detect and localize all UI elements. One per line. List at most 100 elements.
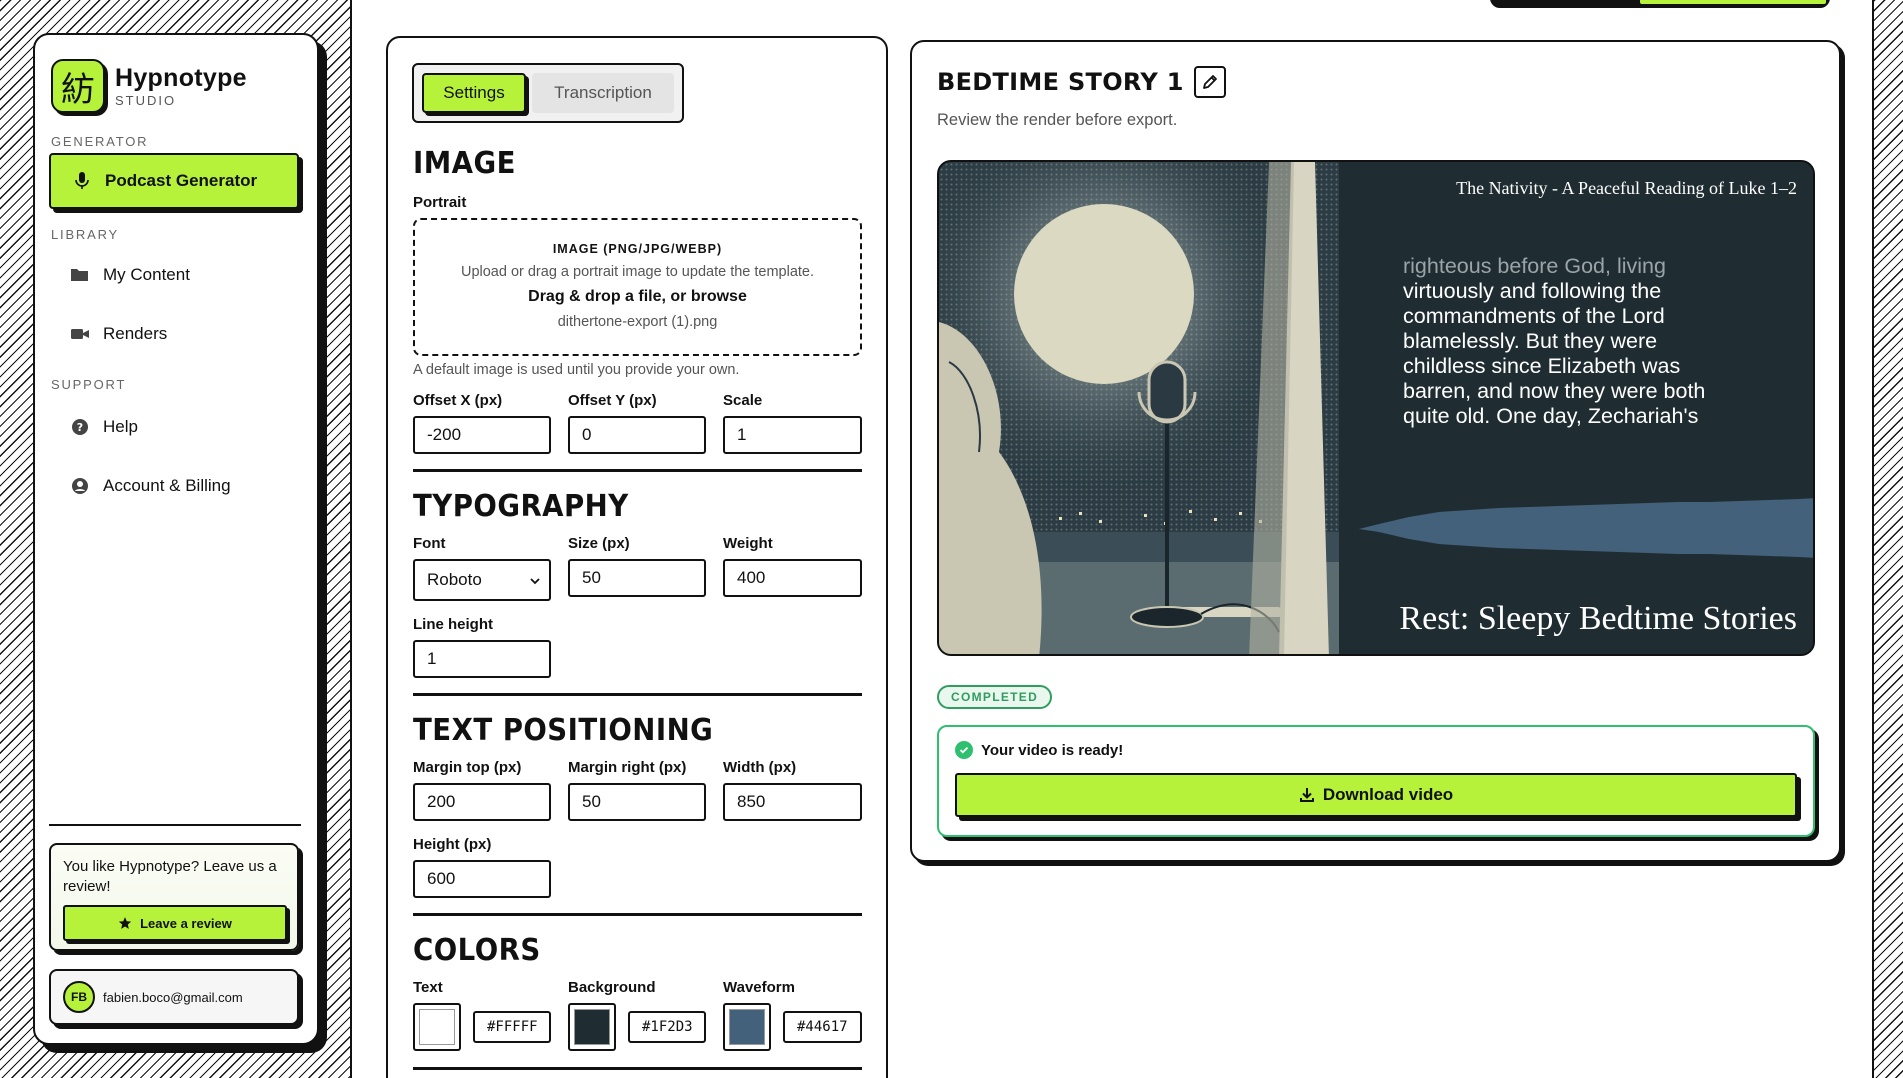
offset-y-label: Offset Y (px) xyxy=(568,392,657,409)
width-input[interactable]: 850 xyxy=(723,783,862,821)
brand[interactable]: 紡 Hypnotype STUDIO xyxy=(51,59,247,113)
user-email: fabien.boco@gmail.com xyxy=(103,989,243,1005)
section-divider xyxy=(413,913,862,916)
user-card[interactable]: FB fabien.boco@gmail.com xyxy=(49,969,299,1025)
brand-name: Hypnotype xyxy=(115,63,247,92)
width-label: Width (px) xyxy=(723,759,797,776)
colors-heading: COLORS xyxy=(413,933,541,968)
text-color-hex-input[interactable]: #FFFFF xyxy=(473,1011,551,1043)
margin-right-input[interactable]: 50 xyxy=(568,783,706,821)
show-name: Rest: Sleepy Bedtime Stories xyxy=(1399,600,1797,637)
portrait-label: Portrait xyxy=(413,194,467,211)
sidebar-item-label: Help xyxy=(103,417,138,436)
download-icon xyxy=(1299,787,1315,803)
star-icon xyxy=(118,916,132,930)
tab-bar: Settings Transcription xyxy=(412,63,684,123)
font-select-value: Roboto xyxy=(427,570,482,589)
size-input[interactable]: 50 xyxy=(568,559,706,597)
section-label-support: SUPPORT xyxy=(51,377,127,392)
waveform-color-hex-input[interactable]: #44617 xyxy=(783,1011,862,1043)
height-label: Height (px) xyxy=(413,836,492,853)
line-height-label: Line height xyxy=(413,616,493,633)
section-label-library: LIBRARY xyxy=(51,227,119,242)
image-heading: IMAGE xyxy=(413,146,516,181)
review-text: You like Hypnotype? Leave us a review! xyxy=(63,858,277,895)
offset-x-input[interactable]: -200 xyxy=(413,416,551,454)
video-ready-box: Your video is ready! Download video xyxy=(937,725,1815,837)
folder-icon xyxy=(69,264,91,286)
background-color-swatch[interactable] xyxy=(568,1003,616,1051)
section-divider xyxy=(413,469,862,472)
weight-label: Weight xyxy=(723,535,773,552)
top-progress-pill xyxy=(1490,0,1830,8)
transcript-line: quite old. One day, Zechariah's xyxy=(1403,404,1699,428)
transcript-line: childless since Elizabeth was xyxy=(1403,354,1681,378)
video-camera-icon xyxy=(69,323,91,345)
image-dropzone[interactable]: IMAGE (PNG/JPG/WEBP) Upload or drag a po… xyxy=(413,218,862,356)
tab-transcription[interactable]: Transcription xyxy=(532,73,674,113)
browse-link[interactable]: Drag & drop a file, or browse xyxy=(415,288,860,306)
font-select[interactable]: Roboto xyxy=(413,559,551,601)
transcript-line: virtuously and following the xyxy=(1403,279,1662,303)
ready-text: Your video is ready! xyxy=(981,741,1124,759)
transcript-line: commandments of the Lord xyxy=(1403,304,1665,328)
section-divider xyxy=(413,693,862,696)
weight-input[interactable]: 400 xyxy=(723,559,862,597)
leave-review-label: Leave a review xyxy=(140,915,232,931)
height-input[interactable]: 600 xyxy=(413,860,551,898)
sidebar-item-renders[interactable]: Renders xyxy=(49,312,299,356)
transcript-overlay: righteous before God, living virtuously … xyxy=(1403,254,1763,429)
sidebar-item-my-content[interactable]: My Content xyxy=(49,253,299,297)
transcript-line: blamelessly. But they were xyxy=(1403,329,1658,353)
background-color-hex-input[interactable]: #1F2D3 xyxy=(628,1011,706,1043)
video-preview[interactable]: The Nativity - A Peaceful Reading of Luk… xyxy=(937,160,1815,656)
selected-file-name: dithertone-export (1).png xyxy=(557,314,718,330)
margin-right-label: Margin right (px) xyxy=(568,759,687,776)
text-color-swatch[interactable] xyxy=(413,1003,461,1051)
sidebar-item-label: Renders xyxy=(103,324,168,343)
text-positioning-heading: TEXT POSITIONING xyxy=(413,713,714,748)
edit-title-button[interactable] xyxy=(1193,66,1226,98)
sidebar-item-label: My Content xyxy=(103,265,190,284)
help-circle-icon: ? xyxy=(69,416,91,438)
waveform-color-label: Waveform xyxy=(723,979,795,996)
background-color-label: Background xyxy=(568,979,656,996)
default-image-hint: A default image is used until you provid… xyxy=(413,362,740,378)
settings-panel: Settings Transcription IMAGE Portrait IM… xyxy=(386,36,888,1078)
section-divider xyxy=(413,1067,862,1070)
section-label-generator: GENERATOR xyxy=(51,134,149,149)
user-circle-icon xyxy=(69,475,91,497)
dropzone-title: IMAGE (PNG/JPG/WEBP) xyxy=(552,242,723,256)
sidebar-item-account-billing[interactable]: Account & Billing xyxy=(49,464,299,508)
sidebar: 紡 Hypnotype STUDIO GENERATOR Podcast Gen… xyxy=(33,33,319,1045)
font-label: Font xyxy=(413,535,446,552)
scale-label: Scale xyxy=(723,392,763,409)
logo-icon: 紡 xyxy=(51,59,105,113)
microphone-icon xyxy=(71,170,93,192)
line-height-input[interactable]: 1 xyxy=(413,640,551,678)
download-video-button[interactable]: Download video xyxy=(955,773,1797,817)
waveform-color-swatch[interactable] xyxy=(723,1003,771,1051)
sidebar-item-label: Podcast Generator xyxy=(105,171,258,190)
transcript-line: barren, and now they were both xyxy=(1403,379,1706,403)
offset-y-input[interactable]: 0 xyxy=(568,416,706,454)
status-badge: COMPLETED xyxy=(937,685,1053,709)
sidebar-divider xyxy=(49,824,301,826)
leave-review-button[interactable]: Leave a review xyxy=(63,905,287,941)
typography-heading: TYPOGRAPHY xyxy=(413,489,629,524)
text-color-label: Text xyxy=(413,979,443,996)
scale-input[interactable]: 1 xyxy=(723,416,862,454)
margin-top-input[interactable]: 200 xyxy=(413,783,551,821)
size-label: Size (px) xyxy=(568,535,630,552)
sidebar-item-podcast-generator[interactable]: Podcast Generator xyxy=(49,153,299,209)
avatar: FB xyxy=(63,981,95,1013)
sidebar-item-label: Account & Billing xyxy=(103,476,231,495)
hatch-background-right xyxy=(1872,0,1903,1078)
tab-settings[interactable]: Settings xyxy=(422,73,526,113)
pencil-icon xyxy=(1202,74,1218,90)
ready-message: Your video is ready! xyxy=(955,741,1123,759)
sidebar-item-help[interactable]: ? Help xyxy=(49,405,299,449)
brand-sub: STUDIO xyxy=(115,92,177,108)
transcript-line-faded: righteous before God, living xyxy=(1403,254,1666,278)
review-card: You like Hypnotype? Leave us a review! L… xyxy=(49,843,299,951)
